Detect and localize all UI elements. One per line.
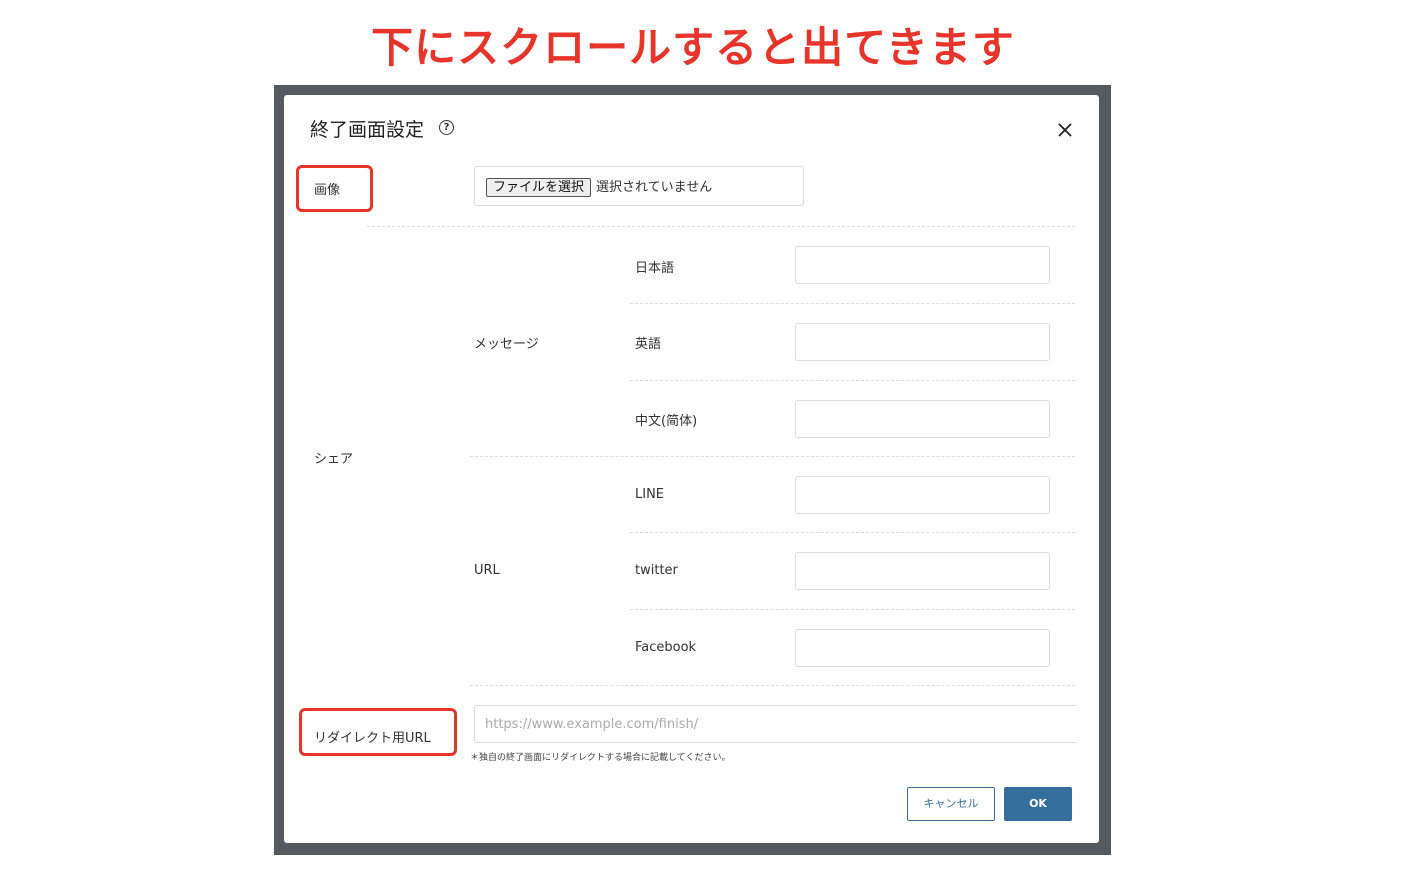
message-chinese-input[interactable] bbox=[795, 400, 1050, 438]
row-divider bbox=[630, 380, 1075, 381]
row-divider bbox=[630, 303, 1075, 304]
lang-japanese-label: 日本語 bbox=[635, 261, 675, 276]
image-file-picker: ファイルを選択 選択されていません bbox=[474, 166, 804, 206]
image-label-highlight bbox=[296, 165, 373, 212]
choose-file-button[interactable]: ファイルを選択 bbox=[486, 178, 592, 197]
row-divider bbox=[367, 226, 1075, 227]
row-divider bbox=[470, 456, 1075, 457]
ok-button[interactable]: OK bbox=[1004, 787, 1072, 821]
twitter-url-input[interactable] bbox=[795, 552, 1050, 590]
close-icon[interactable] bbox=[1054, 119, 1076, 141]
message-label: メッセージ bbox=[474, 337, 539, 352]
facebook-url-input[interactable] bbox=[795, 629, 1050, 667]
redirect-url-input[interactable] bbox=[474, 705, 1076, 743]
file-status-text: 選択されていません bbox=[596, 180, 713, 195]
dialog-title: 終了画面設定 bbox=[310, 119, 425, 141]
facebook-label: Facebook bbox=[635, 640, 697, 655]
redirect-url-note: ＊独自の終了画面にリダイレクトする場合に記載してください。 bbox=[470, 753, 731, 763]
cancel-button[interactable]: キャンセル bbox=[907, 787, 995, 821]
lang-english-label: 英語 bbox=[635, 337, 662, 352]
row-divider bbox=[630, 532, 1075, 533]
line-label: LINE bbox=[635, 487, 665, 502]
help-icon[interactable]: ? bbox=[439, 120, 454, 135]
twitter-label: twitter bbox=[635, 563, 678, 578]
redirect-label-highlight bbox=[299, 708, 457, 756]
line-url-input[interactable] bbox=[795, 476, 1050, 514]
message-english-input[interactable] bbox=[795, 323, 1050, 361]
headline-caption: 下にスクロールすると出てきます bbox=[371, 23, 1015, 72]
row-divider bbox=[630, 609, 1075, 610]
row-divider bbox=[470, 685, 1075, 686]
share-label: シェア bbox=[314, 452, 354, 467]
message-japanese-input[interactable] bbox=[795, 246, 1050, 284]
url-label: URL bbox=[474, 563, 500, 578]
lang-chinese-label: 中文(简体) bbox=[635, 414, 698, 429]
